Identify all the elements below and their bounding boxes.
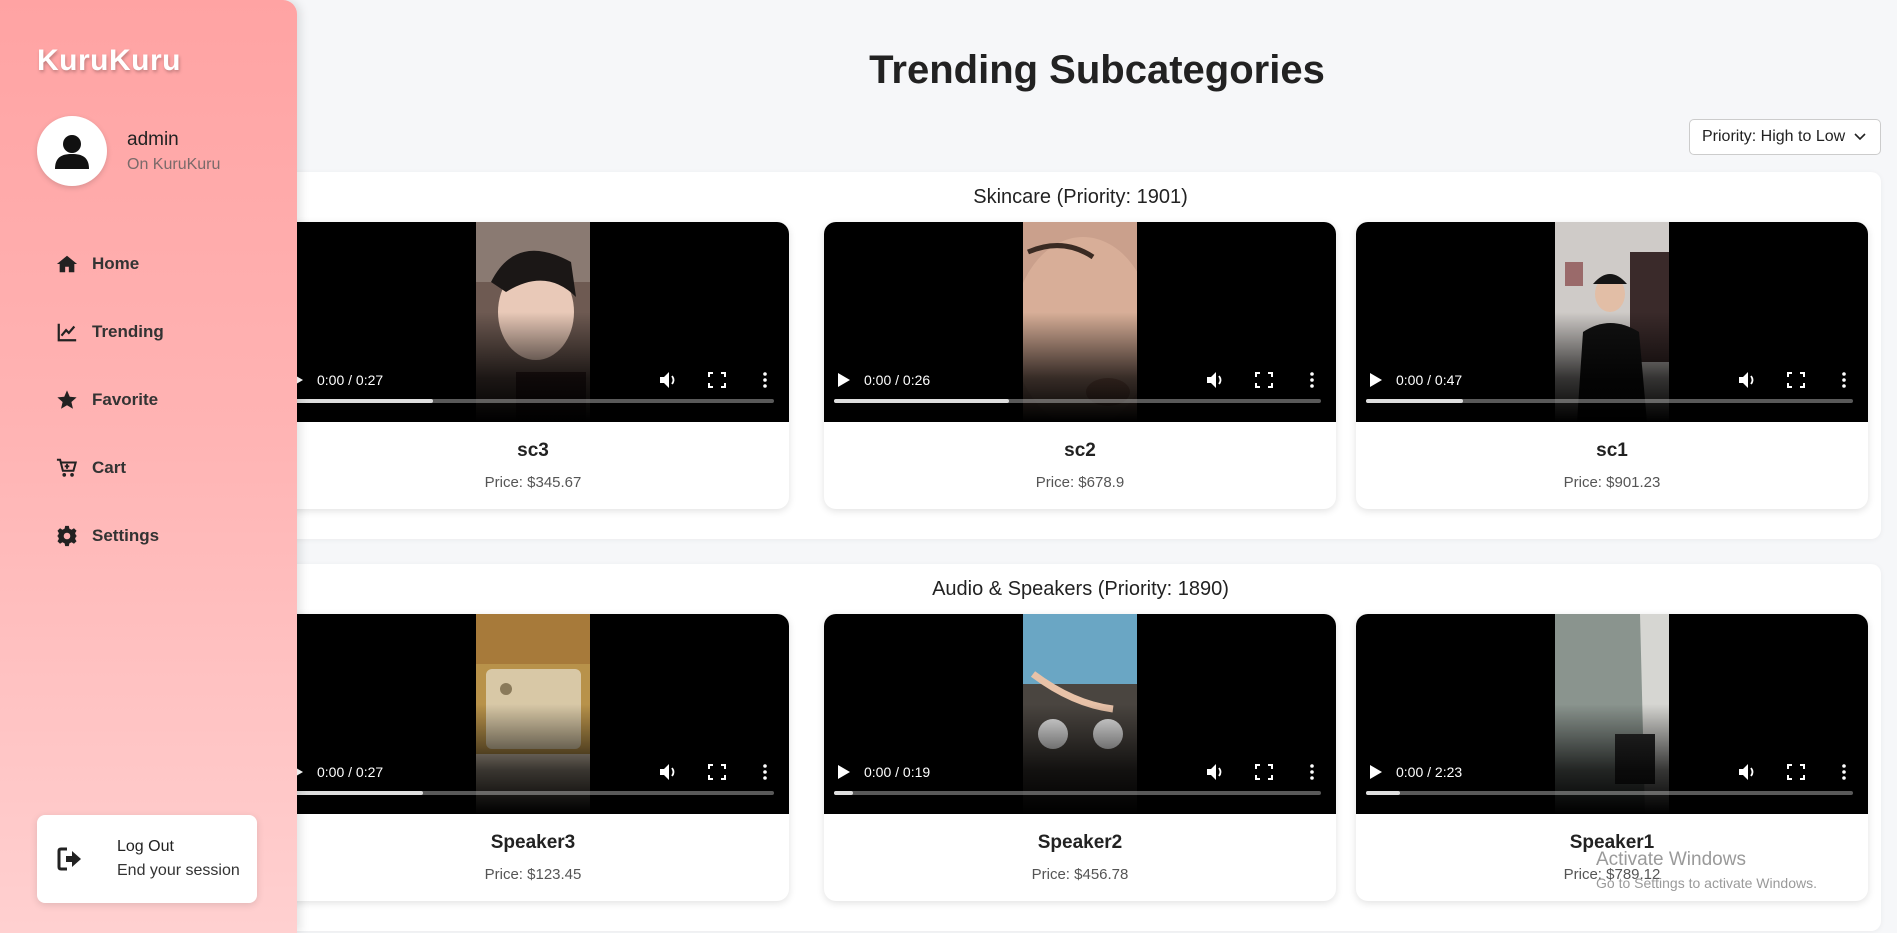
sidebar-item-label: Favorite: [92, 390, 159, 409]
product-name: sc1: [1596, 440, 1628, 461]
video-progress-bar[interactable]: [287, 399, 774, 403]
video-progress-bar[interactable]: [834, 399, 1321, 403]
page-title: Trending Subcategories: [869, 48, 1325, 92]
product-price: Price: $901.23: [1563, 474, 1661, 491]
video-progress-bar[interactable]: [1366, 791, 1853, 795]
sort-select-value: Priority: High to Low: [1702, 128, 1846, 145]
video-time: 0:00 / 0:47: [1396, 372, 1463, 388]
video-player[interactable]: 0:00 / 0:27: [277, 222, 789, 422]
product-price: Price: $345.67: [484, 474, 582, 491]
fullscreen-icon[interactable]: [1254, 763, 1274, 781]
product-price: Price: $456.78: [1031, 866, 1129, 883]
fullscreen-icon[interactable]: [1254, 371, 1274, 389]
logout-title: Log Out: [117, 838, 174, 855]
volume-icon[interactable]: [1738, 763, 1758, 781]
play-icon[interactable]: [838, 765, 850, 779]
user-icon: [55, 135, 89, 169]
subcategory-section-skincare: Skincare (Priority: 1901) 0:00 / 0:27 sc…: [277, 172, 1881, 539]
product-name: Speaker3: [490, 832, 576, 853]
product-name: sc2: [1064, 440, 1096, 461]
play-icon[interactable]: [1370, 765, 1382, 779]
volume-icon[interactable]: [659, 371, 679, 389]
brand-logo[interactable]: KuruKuru: [37, 44, 181, 78]
video-player[interactable]: 0:00 / 2:23: [1356, 614, 1868, 814]
product-card-sc2[interactable]: 0:00 / 0:26 sc2 Price: $678.9: [824, 222, 1336, 509]
product-card-sc3[interactable]: 0:00 / 0:27 sc3 Price: $345.67: [277, 222, 789, 509]
sort-select[interactable]: Priority: High to Low: [1689, 119, 1881, 155]
product-card-speaker2[interactable]: 0:00 / 0:19 Speaker2 Price: $456.78: [824, 614, 1336, 901]
volume-icon[interactable]: [1738, 371, 1758, 389]
user-subtitle: On KuruKuru: [127, 155, 221, 173]
sidebar-item-favorite[interactable]: Favorite: [56, 366, 164, 434]
avatar: [37, 116, 107, 186]
video-player[interactable]: 0:00 / 0:47: [1356, 222, 1868, 422]
fullscreen-icon[interactable]: [1786, 763, 1806, 781]
sidebar-item-label: Cart: [92, 458, 127, 477]
sidebar-item-label: Settings: [92, 526, 160, 545]
video-progress-bar[interactable]: [834, 791, 1321, 795]
home-icon: [56, 255, 78, 273]
sidebar-item-settings[interactable]: Settings: [56, 502, 164, 570]
star-icon: [57, 390, 77, 409]
product-price: Price: $123.45: [484, 866, 582, 883]
video-time: 0:00 / 0:27: [317, 764, 384, 780]
sidebar-nav: Home Trending Favorite Cart Settings: [56, 230, 164, 570]
watermark-title: Activate Windows: [1596, 849, 1746, 870]
video-progress-bar[interactable]: [287, 791, 774, 795]
sidebar-item-cart[interactable]: Cart: [56, 434, 164, 502]
video-time: 0:00 / 0:27: [317, 372, 384, 388]
sidebar-item-trending[interactable]: Trending: [56, 298, 164, 366]
fullscreen-icon[interactable]: [1786, 371, 1806, 389]
video-time: 0:00 / 0:26: [864, 372, 931, 388]
more-options-icon[interactable]: [1302, 371, 1322, 389]
sidebar-item-home[interactable]: Home: [56, 230, 164, 298]
section-title: Skincare (Priority: 1901): [973, 186, 1188, 208]
play-icon[interactable]: [1370, 373, 1382, 387]
logout-button[interactable]: Log Out End your session: [37, 815, 257, 903]
video-player[interactable]: 0:00 / 0:19: [824, 614, 1336, 814]
product-card-speaker3[interactable]: 0:00 / 0:27 Speaker3 Price: $123.45: [277, 614, 789, 901]
user-profile[interactable]: admin On KuruKuru: [37, 116, 220, 186]
more-options-icon[interactable]: [1302, 763, 1322, 781]
logout-subtitle: End your session: [117, 862, 240, 879]
more-options-icon[interactable]: [1834, 763, 1854, 781]
product-card-sc1[interactable]: 0:00 / 0:47 sc1 Price: $901.23: [1356, 222, 1868, 509]
video-time: 0:00 / 2:23: [1396, 764, 1463, 780]
play-icon[interactable]: [838, 373, 850, 387]
product-price: Price: $678.9: [1035, 474, 1125, 491]
sidebar: KuruKuru admin On KuruKuru Home Trending…: [0, 0, 297, 933]
product-name: Speaker2: [1037, 832, 1123, 853]
volume-icon[interactable]: [659, 763, 679, 781]
sidebar-item-label: Trending: [92, 322, 164, 341]
volume-icon[interactable]: [1206, 763, 1226, 781]
video-player[interactable]: 0:00 / 0:26: [824, 222, 1336, 422]
product-name: sc3: [517, 440, 549, 461]
section-title: Audio & Speakers (Priority: 1890): [932, 578, 1229, 600]
chart-line-icon: [57, 323, 77, 342]
cart-icon: [56, 458, 78, 477]
more-options-icon[interactable]: [755, 763, 775, 781]
watermark-subtitle: Go to Settings to activate Windows.: [1596, 875, 1817, 891]
video-progress-bar[interactable]: [1366, 399, 1853, 403]
video-time: 0:00 / 0:19: [864, 764, 931, 780]
sign-out-icon: [57, 847, 81, 871]
sidebar-item-label: Home: [92, 254, 140, 273]
fullscreen-icon[interactable]: [707, 371, 727, 389]
fullscreen-icon[interactable]: [707, 763, 727, 781]
volume-icon[interactable]: [1206, 371, 1226, 389]
more-options-icon[interactable]: [1834, 371, 1854, 389]
gear-icon: [56, 525, 78, 547]
more-options-icon[interactable]: [755, 371, 775, 389]
chevron-down-icon: [1854, 133, 1866, 141]
windows-activation-watermark: Activate Windows Go to Settings to activ…: [1596, 849, 1817, 891]
video-player[interactable]: 0:00 / 0:27: [277, 614, 789, 814]
user-name: admin: [127, 128, 179, 150]
